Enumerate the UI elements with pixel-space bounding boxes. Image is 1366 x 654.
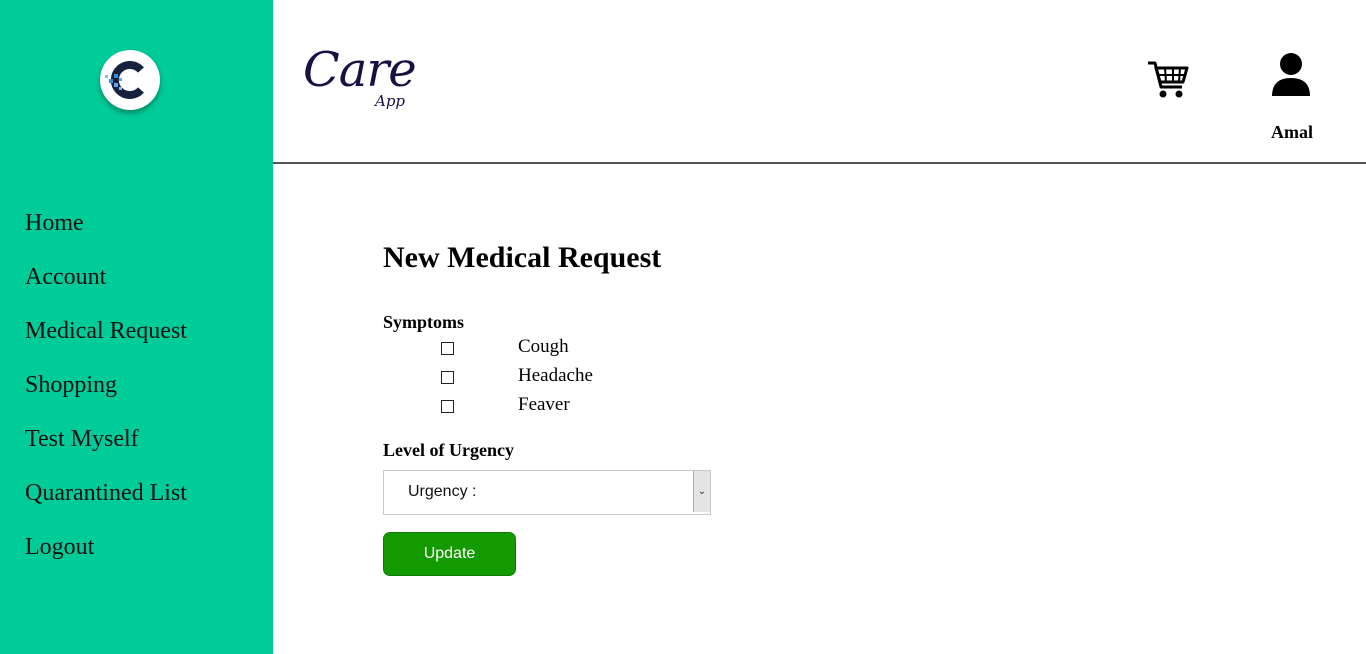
sidebar-item-quarantined-list[interactable]: Quarantined List [25,475,187,529]
headache-checkbox[interactable] [441,371,454,384]
feaver-checkbox[interactable] [441,400,454,413]
sidebar-item-home[interactable]: Home [25,205,187,259]
sidebar-item-test-myself[interactable]: Test Myself [25,421,187,475]
symptom-option-headache: Headache [441,365,641,396]
medical-request-form: New Medical Request Symptoms Cough Heada… [383,240,711,576]
headache-label: Headache [518,365,593,386]
urgency-select[interactable]: Urgency : ⌄ [383,470,711,515]
sidebar-item-medical-request[interactable]: Medical Request [25,313,187,367]
urgency-label: Level of Urgency [383,440,514,460]
update-button[interactable]: Update [383,532,516,576]
user-name[interactable]: Amal [1263,122,1321,143]
symptoms-label: Symptoms [383,312,465,332]
care-app-logo-icon[interactable] [100,50,160,110]
symptom-option-feaver: Feaver [441,394,641,425]
brand-logo: Care App [303,40,433,115]
cough-label: Cough [518,336,569,357]
sidebar-item-shopping[interactable]: Shopping [25,367,187,421]
feaver-label: Feaver [518,394,570,415]
sidebar-item-account[interactable]: Account [25,259,187,313]
shopping-cart-icon[interactable] [1147,60,1189,100]
header: Care App Amal [273,0,1366,164]
symptoms-list: Cough Headache Feaver [441,336,641,425]
sidebar: Home Account Medical Request Shopping Te… [0,0,273,654]
chevron-down-icon[interactable]: ⌄ [693,471,710,512]
urgency-select-value: Urgency : [408,483,477,500]
brand-name: Care [303,42,417,98]
symptom-option-cough: Cough [441,336,641,367]
user-icon[interactable] [1269,52,1313,98]
page-title: New Medical Request [383,241,662,274]
cough-checkbox[interactable] [441,342,454,355]
sidebar-item-logout[interactable]: Logout [25,529,187,583]
brand-subtitle: App [375,92,406,110]
sidebar-nav: Home Account Medical Request Shopping Te… [25,205,187,583]
